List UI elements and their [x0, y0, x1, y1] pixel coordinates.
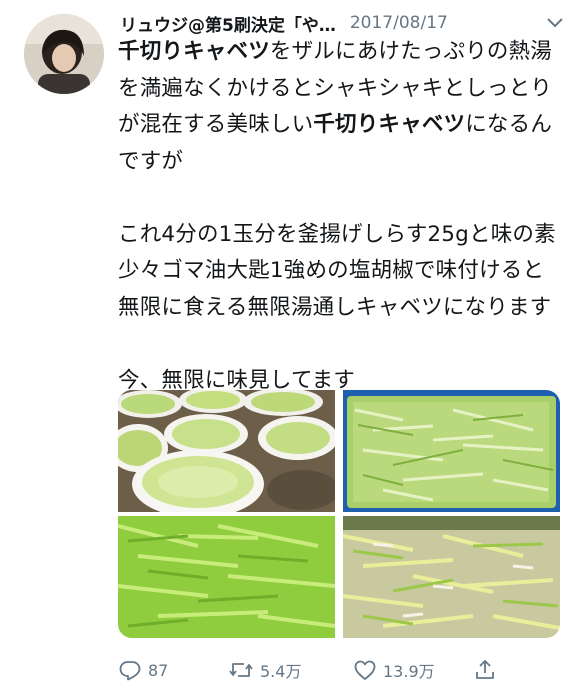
like-button[interactable]: 13.9万	[353, 658, 473, 682]
tweet-text-bold-run: 千切りキャベツ	[313, 112, 466, 137]
reply-icon	[118, 658, 142, 682]
chevron-down-icon[interactable]	[544, 12, 566, 34]
share-icon	[473, 658, 497, 682]
tweet-text-run: になるんですが これ4分の1玉分を釜揚げしらす25gと味の素少々ゴマ油大匙1強め…	[118, 112, 556, 393]
retweet-count: 5.4万	[260, 662, 302, 681]
heart-icon	[353, 658, 377, 682]
media-grid	[118, 390, 560, 638]
share-button[interactable]	[473, 658, 497, 682]
like-count: 13.9万	[383, 662, 435, 681]
tweet-actions: 87 5.4万 13.9万	[118, 652, 568, 688]
retweet-button[interactable]: 5.4万	[228, 658, 353, 682]
retweet-icon	[228, 658, 254, 682]
tweet-header: リュウジ@第5刷決定「や… 2017/08/17	[120, 10, 566, 36]
avatar[interactable]	[24, 14, 104, 94]
cabbage-bowls-photo[interactable]	[118, 390, 335, 512]
seasoned-cabbage-closeup-photo[interactable]	[343, 516, 560, 638]
display-name[interactable]: リュウジ@第5刷決定「や…	[120, 11, 336, 36]
reply-count: 87	[148, 660, 169, 680]
shredded-cabbage-tray-photo[interactable]	[343, 390, 560, 512]
reply-button[interactable]: 87	[118, 658, 228, 682]
tweet-text-bold-run: 千切りキャベツ	[118, 39, 270, 64]
tweet-text: 千切りキャベツをザルにあけたっぷりの熱湯を満遍なくかけるとシャキシャキとしっとり…	[118, 34, 564, 399]
green-cabbage-closeup-photo[interactable]	[118, 516, 335, 638]
tweet-date[interactable]: 2017/08/17	[350, 13, 448, 33]
